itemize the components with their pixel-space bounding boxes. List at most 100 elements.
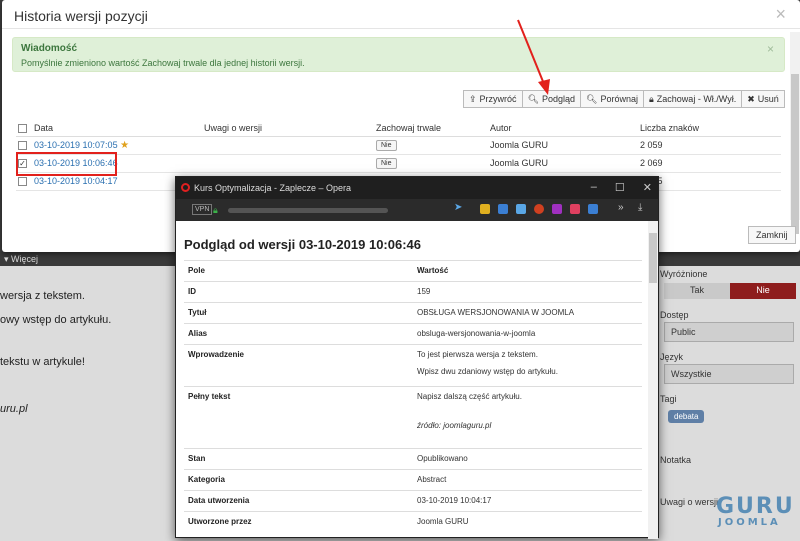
search-icon: 🔍︎ <box>586 93 598 104</box>
send-icon[interactable]: ➤ <box>454 202 464 213</box>
keep-toggle-button[interactable]: 🔒︎ Zachowaj - Wł./Wył. <box>643 90 743 108</box>
table-row: Kategoria Abstract <box>184 469 642 491</box>
preview-content: Podgląd od wersji 03-10-2019 10:06:46 Po… <box>176 221 648 539</box>
field-name: Wprowadzenie <box>184 344 413 387</box>
extension-icon[interactable] <box>516 204 526 214</box>
extension-icon[interactable] <box>552 204 562 214</box>
preview-scrollbar-thumb[interactable] <box>649 233 657 283</box>
keep-toggle-label: Zachowaj - Wł./Wył. <box>656 94 737 104</box>
preview-window: Kurs Optymalizacja - Zaplecze – Opera – … <box>175 176 659 539</box>
download-icon[interactable]: ⤓ <box>638 202 648 213</box>
field-name: Pełny tekst <box>184 386 413 449</box>
table-row: Tytuł OBSŁUGA WERSJONOWANIA W JOOMLA <box>184 302 642 324</box>
table-row: Stan Opublikowano <box>184 448 642 470</box>
version-note-label: Uwagi o wersji <box>660 497 719 507</box>
keep-toggle[interactable]: Nie <box>376 140 397 151</box>
toolbar: ⇪ Przywróć 🔍︎ Podgląd 🔍︎ Porównaj 🔒︎ Zachowa… <box>463 90 785 108</box>
editor-text-line: owy wstęp do artykułu. <box>0 314 112 326</box>
highlight-box <box>16 152 117 176</box>
field-name: Alias <box>184 323 413 345</box>
field-value-line2: źródło: joomlaguru.pl <box>417 421 492 430</box>
search-icon: 🔍︎ <box>527 93 539 104</box>
table-row: Data utworzenia 03-10-2019 10:04:17 <box>184 490 642 512</box>
vpn-badge[interactable]: VPN <box>192 204 213 215</box>
keep-toggle[interactable]: Nie <box>376 158 397 169</box>
featured-no[interactable]: Nie <box>730 283 796 299</box>
url-text[interactable] <box>228 208 388 213</box>
row-checkbox[interactable] <box>18 177 27 187</box>
close-icon[interactable]: × <box>775 4 786 25</box>
restore-button[interactable]: ⇪ Przywróć <box>463 90 523 108</box>
col-date: Data <box>32 120 202 137</box>
editor-text-line: wersja z tekstem. <box>0 290 85 302</box>
field-value-line2: Wpisz dwu zdaniowy wstęp do artykułu. <box>417 367 558 376</box>
minimize-icon[interactable]: – <box>591 181 597 194</box>
compare-button[interactable]: 🔍︎ Porównaj <box>580 90 644 108</box>
field-name: Kategoria <box>184 469 413 491</box>
joomla-logo: JOOMLA <box>718 517 781 528</box>
col-keep: Zachowaj trwale <box>374 120 488 137</box>
guru-logo: GURU <box>716 494 795 519</box>
window-titlebar: Kurs Optymalizacja - Zaplecze – Opera – … <box>176 177 658 199</box>
tag-chip[interactable]: debata <box>668 410 705 423</box>
compare-label: Porównaj <box>600 94 638 104</box>
alert-message: Pomyślnie zmieniono wartość Zachowaj trw… <box>21 58 305 68</box>
version-date-link[interactable]: 03-10-2019 10:04:17 <box>34 176 118 186</box>
field-name: ID <box>184 281 413 303</box>
author: Joomla GURU <box>488 154 638 173</box>
language-label: Język <box>660 352 684 362</box>
row-checkbox[interactable] <box>18 141 27 151</box>
field-value: Joomla GURU <box>413 511 642 533</box>
featured-label: Wyróżnione <box>660 269 708 279</box>
table-row: Pełny tekst Napisz dalszą część artykułu.… <box>184 386 642 449</box>
table-row: Wprowadzenie To jest pierwsza wersja z te… <box>184 344 642 387</box>
preview-button[interactable]: 🔍︎ Podgląd <box>521 90 582 108</box>
tags-label: Tagi <box>660 394 677 404</box>
extension-icon[interactable] <box>498 204 508 214</box>
access-select[interactable]: Public <box>664 322 794 342</box>
value-header: Wartość <box>413 260 642 282</box>
char-count: 1 805 <box>638 172 781 191</box>
table-row: Alias obsluga-wersjonowania-w-joomla <box>184 323 642 345</box>
char-count: 2 059 <box>638 136 781 155</box>
char-count: 2 069 <box>638 154 781 173</box>
field-value: Opublikowano <box>413 448 642 470</box>
maximize-icon[interactable]: ☐ <box>615 181 625 194</box>
alert-close-icon[interactable]: × <box>767 42 774 56</box>
version-date-link[interactable]: 03-10-2019 10:07:05 <box>34 140 118 150</box>
col-chars: Liczba znaków <box>638 120 781 137</box>
editor-text-line: tekstu w artykule! <box>0 356 85 368</box>
version-note <box>202 136 374 155</box>
language-select[interactable]: Wszystkie <box>664 364 794 384</box>
extension-icon[interactable] <box>480 204 490 214</box>
col-author: Autor <box>488 120 638 137</box>
restore-label: Przywróć <box>479 94 517 104</box>
field-value: obsluga-wersjonowania-w-joomla <box>413 323 642 345</box>
table-row[interactable]: ✓ 03-10-2019 10:06:46 Nie Joomla GURU 2 … <box>16 154 781 173</box>
delete-button[interactable]: ✖ Usuń <box>741 90 785 108</box>
field-name: Utworzone przez <box>184 511 413 533</box>
preview-label: Podgląd <box>542 94 576 104</box>
modal-scrollbar[interactable] <box>790 32 800 234</box>
divider <box>2 28 800 29</box>
lock-icon: 🔒︎ <box>649 93 654 104</box>
window-title: Kurs Optymalizacja - Zaplecze – Opera <box>194 183 352 193</box>
featured-yes[interactable]: Tak <box>664 283 730 299</box>
author: Joomla GURU <box>488 136 638 155</box>
close-button[interactable]: Zamknij <box>748 226 796 244</box>
preview-heading: Podgląd od wersji 03-10-2019 10:06:46 <box>184 237 421 252</box>
extension-icon[interactable] <box>534 204 544 214</box>
table-header: Data Uwagi o wersji Zachowaj trwale Auto… <box>16 120 781 137</box>
close-icon[interactable]: ✕ <box>643 181 652 194</box>
more-icon[interactable]: » <box>618 202 628 213</box>
upload-icon: ⇪ <box>469 93 477 104</box>
table-row[interactable]: 03-10-2019 10:07:05 ★ Nie Joomla GURU 2 … <box>16 136 781 155</box>
address-bar[interactable]: VPN 🔒︎ ➤ » ⤓ <box>176 199 658 221</box>
field-name: Tytuł <box>184 302 413 324</box>
extension-icon[interactable] <box>570 204 580 214</box>
success-alert: Wiadomość Pomyślnie zmieniono wartość Za… <box>12 37 785 72</box>
scrollbar-thumb[interactable] <box>791 74 799 234</box>
select-all-checkbox[interactable] <box>18 123 27 133</box>
extension-icon[interactable] <box>588 204 598 214</box>
field-name: Data utworzenia <box>184 490 413 512</box>
